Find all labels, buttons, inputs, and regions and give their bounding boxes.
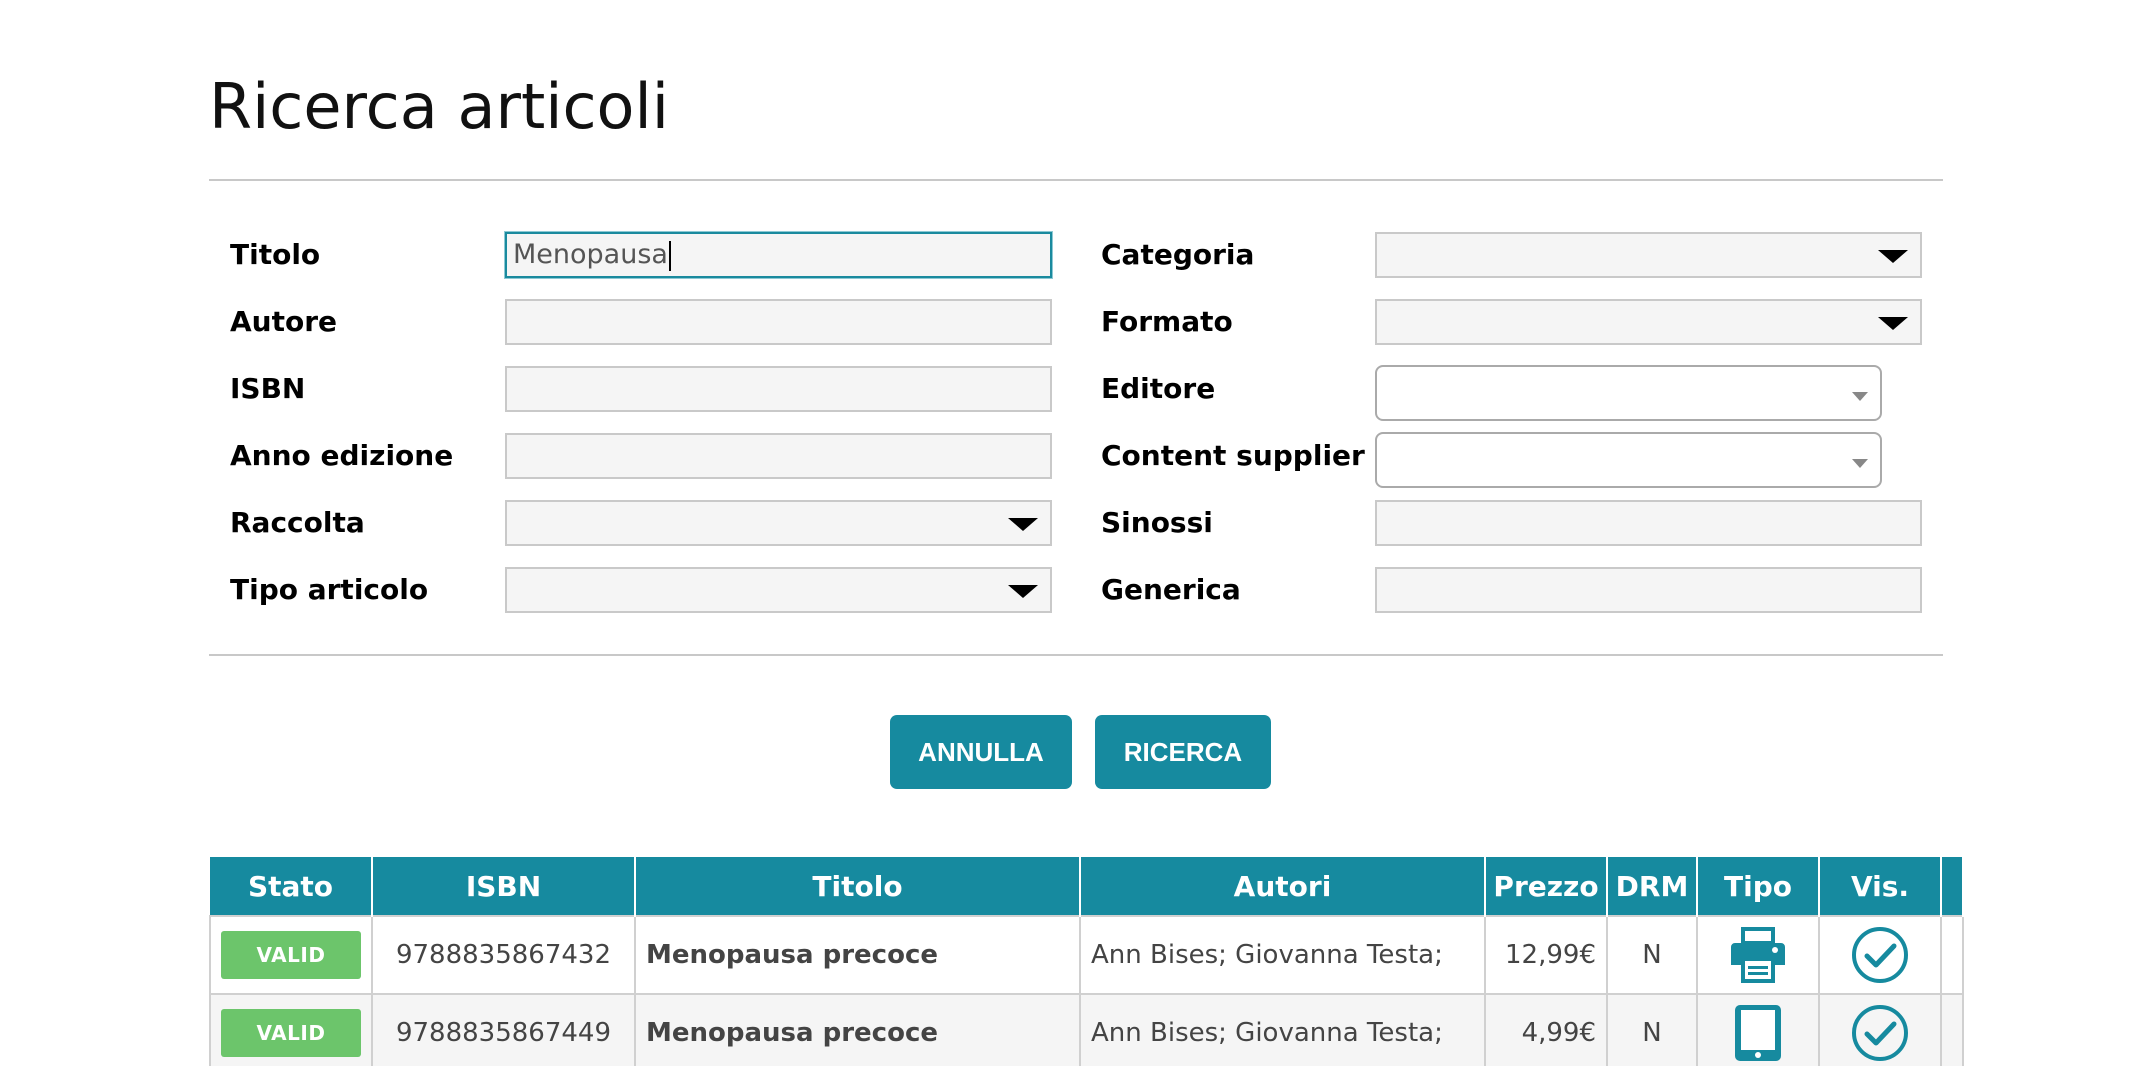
label-generica: Generica bbox=[1101, 573, 1241, 606]
editore-combobox[interactable] bbox=[1375, 365, 1882, 421]
categoria-select[interactable] bbox=[1375, 232, 1922, 278]
isbn-cell: 9788835867449 bbox=[371, 993, 636, 1066]
formato-select[interactable] bbox=[1375, 299, 1922, 345]
dropdown-arrow-icon bbox=[1008, 585, 1038, 598]
titolo-value: Menopausa bbox=[513, 239, 668, 270]
dropdown-arrow-icon bbox=[1878, 317, 1908, 330]
col-header-stato[interactable]: Stato bbox=[210, 855, 373, 916]
label-editore: Editore bbox=[1101, 372, 1216, 405]
label-tipo-articolo: Tipo articolo bbox=[230, 573, 429, 606]
col-header-drm[interactable]: DRM bbox=[1606, 855, 1698, 916]
dropdown-arrow-icon bbox=[1852, 459, 1868, 468]
page-title: Ricerca articoli bbox=[209, 70, 669, 143]
content-supplier-combobox[interactable] bbox=[1375, 432, 1882, 488]
generica-input[interactable] bbox=[1375, 567, 1922, 613]
table-row[interactable]: VALID 9788835867449 Menopausa precoce An… bbox=[209, 993, 1964, 1066]
authors-cell: Ann Bises; Giovanna Testa; bbox=[1079, 915, 1486, 995]
status-badge: VALID bbox=[221, 1009, 361, 1057]
col-header-vis[interactable]: Vis. bbox=[1818, 855, 1942, 916]
drm-cell: N bbox=[1606, 915, 1698, 995]
label-sinossi: Sinossi bbox=[1101, 506, 1213, 539]
annulla-button[interactable]: ANNULLA bbox=[890, 715, 1072, 789]
sinossi-input[interactable] bbox=[1375, 500, 1922, 546]
dropdown-arrow-icon bbox=[1008, 518, 1038, 531]
printer-icon bbox=[1731, 927, 1785, 983]
status-badge: VALID bbox=[221, 931, 361, 979]
label-content-supplier: Content supplier bbox=[1101, 439, 1365, 472]
authors-cell: Ann Bises; Giovanna Testa; bbox=[1079, 993, 1486, 1066]
price-cell: 12,99€ bbox=[1484, 915, 1608, 995]
isbn-input[interactable] bbox=[505, 366, 1052, 412]
col-header-prezzo[interactable]: Prezzo bbox=[1484, 855, 1608, 916]
col-header-isbn[interactable]: ISBN bbox=[371, 855, 636, 916]
autore-input[interactable] bbox=[505, 299, 1052, 345]
ricerca-button[interactable]: RICERCA bbox=[1095, 715, 1271, 789]
check-circle-icon[interactable] bbox=[1851, 1004, 1909, 1062]
dropdown-arrow-icon bbox=[1878, 250, 1908, 263]
divider-bottom bbox=[209, 654, 1943, 656]
col-header-autori[interactable]: Autori bbox=[1079, 855, 1486, 916]
label-anno-edizione: Anno edizione bbox=[230, 439, 454, 472]
tablet-icon bbox=[1735, 1005, 1781, 1061]
drm-cell: N bbox=[1606, 993, 1698, 1066]
label-raccolta: Raccolta bbox=[230, 506, 365, 539]
tipo-articolo-select[interactable] bbox=[505, 567, 1052, 613]
label-isbn: ISBN bbox=[230, 372, 306, 405]
label-formato: Formato bbox=[1101, 305, 1233, 338]
anno-edizione-input[interactable] bbox=[505, 433, 1052, 479]
title-link[interactable]: Menopausa precoce bbox=[634, 993, 1081, 1066]
divider-top bbox=[209, 179, 1943, 181]
col-header-titolo[interactable]: Titolo bbox=[634, 855, 1081, 916]
results-table: Stato ISBN Titolo Autori Prezzo DRM Tipo… bbox=[209, 855, 1964, 1066]
label-categoria: Categoria bbox=[1101, 238, 1255, 271]
table-header: Stato ISBN Titolo Autori Prezzo DRM Tipo… bbox=[210, 855, 1964, 916]
col-header-tipo[interactable]: Tipo bbox=[1696, 855, 1820, 916]
check-circle-icon[interactable] bbox=[1851, 926, 1909, 984]
titolo-input[interactable]: Menopausa bbox=[505, 232, 1052, 278]
price-cell: 4,99€ bbox=[1484, 993, 1608, 1066]
text-caret bbox=[668, 240, 671, 271]
dropdown-arrow-icon bbox=[1852, 392, 1868, 401]
title-link[interactable]: Menopausa precoce bbox=[634, 915, 1081, 995]
label-titolo: Titolo bbox=[230, 238, 321, 271]
isbn-cell: 9788835867432 bbox=[371, 915, 636, 995]
col-header-extra bbox=[1940, 855, 1964, 916]
label-autore: Autore bbox=[230, 305, 338, 338]
table-row[interactable]: VALID 9788835867432 Menopausa precoce An… bbox=[209, 915, 1964, 995]
raccolta-select[interactable] bbox=[505, 500, 1052, 546]
